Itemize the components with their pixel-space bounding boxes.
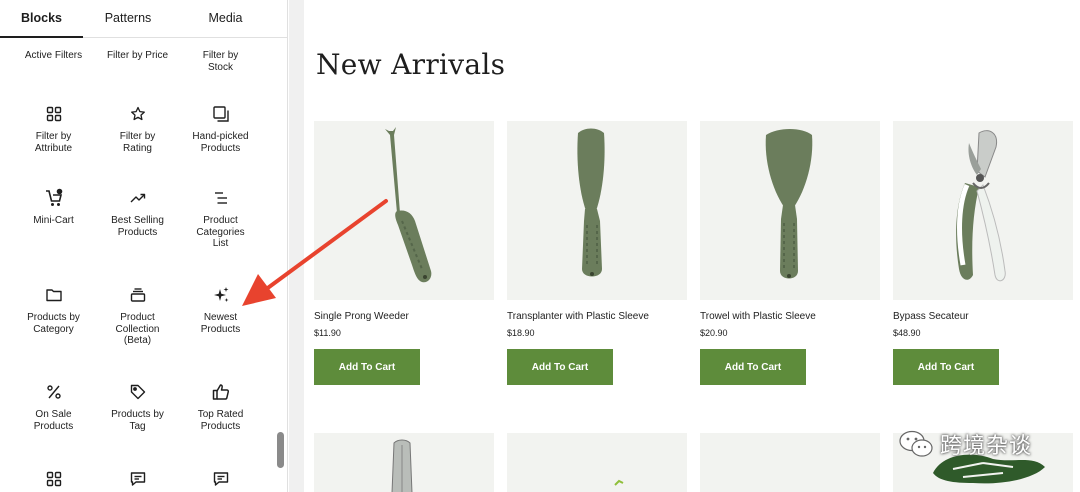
block-label: Mini-Cart xyxy=(33,215,74,226)
product-image[interactable] xyxy=(314,433,494,492)
block-product-collection-beta[interactable]: Product Collection (Beta) xyxy=(96,285,179,347)
list-icon xyxy=(214,192,227,204)
add-to-cart-button[interactable]: Add To Cart xyxy=(507,349,613,385)
product-image[interactable] xyxy=(507,121,687,300)
block-label: Filter by Stock xyxy=(202,50,239,73)
tool-image xyxy=(391,439,413,492)
product-image[interactable] xyxy=(893,121,1073,300)
block-grid-item[interactable] xyxy=(12,469,95,492)
block-label: Hand-picked Products xyxy=(192,131,249,154)
block-label: On Sale Products xyxy=(33,409,74,432)
product-title[interactable]: Bypass Secateur xyxy=(893,311,969,322)
block-mini-cart[interactable]: Mini-Cart xyxy=(12,188,95,227)
grid-icon xyxy=(46,471,61,487)
page-heading[interactable]: New Arrivals xyxy=(316,48,505,81)
block-label: Filter by Price xyxy=(106,50,169,61)
block-filter-by-price[interactable]: Filter by Price xyxy=(96,50,179,62)
product-card: Single Prong Weeder $11.90 Add To Cart xyxy=(314,121,494,385)
product-card: Bypass Secateur $48.90 Add To Cart xyxy=(893,121,1073,385)
product-price: $20.90 xyxy=(700,328,728,338)
product-title[interactable]: Trowel with Plastic Sleeve xyxy=(700,311,816,322)
transplanter-image xyxy=(577,128,605,277)
block-active-filters[interactable]: Active Filters xyxy=(12,50,95,62)
sparkles-icon xyxy=(213,287,228,302)
panel-scrollbar[interactable] xyxy=(277,432,284,468)
block-newest-products[interactable]: Newest Products xyxy=(179,285,262,335)
weeder-image xyxy=(385,127,432,283)
editor-canvas: New Arrivals Single Prong Weeder $11.90 … xyxy=(304,0,1080,492)
block-comment-item[interactable] xyxy=(179,469,262,492)
block-products-by-tag[interactable]: Products by Tag xyxy=(96,382,179,432)
block-best-selling-products[interactable]: Best Selling Products xyxy=(96,188,179,238)
product-image[interactable] xyxy=(314,121,494,300)
tab-blocks[interactable]: Blocks xyxy=(0,0,83,38)
product-title[interactable]: Transplanter with Plastic Sleeve xyxy=(507,311,649,322)
block-product-categories-list[interactable]: Product Categories List xyxy=(179,188,262,250)
grid-icon xyxy=(46,106,61,122)
block-label: Best Selling Products xyxy=(111,215,164,238)
add-to-cart-button[interactable]: Add To Cart xyxy=(314,349,420,385)
plant-image xyxy=(614,479,624,486)
block-label: Top Rated Products xyxy=(197,409,244,432)
block-filter-by-rating[interactable]: Filter by Rating xyxy=(96,104,179,154)
wechat-icon xyxy=(899,430,933,457)
product-price: $48.90 xyxy=(893,328,921,338)
block-products-by-category[interactable]: Products by Category xyxy=(12,285,95,335)
block-label: Products by Tag xyxy=(111,409,164,432)
star-icon xyxy=(130,106,145,121)
product-card: Trowel with Plastic Sleeve $20.90 Add To… xyxy=(700,121,880,385)
block-filter-by-stock[interactable]: Filter by Stock xyxy=(179,50,262,73)
collection-icon xyxy=(130,288,145,302)
product-price: $18.90 xyxy=(507,328,535,338)
watermark-text: 跨境杂谈 xyxy=(940,434,1033,459)
block-label: Product Categories List xyxy=(196,215,245,249)
inserter-tabs: Blocks Patterns Media xyxy=(0,0,287,38)
folder-icon xyxy=(45,289,62,302)
block-label: Product Collection (Beta) xyxy=(115,312,160,346)
block-top-rated-products[interactable]: Top Rated Products xyxy=(179,382,262,432)
block-label: Newest Products xyxy=(200,312,241,335)
product-price: $11.90 xyxy=(314,328,341,338)
product-image[interactable] xyxy=(507,433,687,492)
block-inserter-panel: Blocks Patterns Media Active Filters Fil… xyxy=(0,0,288,492)
block-filter-by-attribute[interactable]: Filter by Attribute xyxy=(12,104,95,154)
block-label: Filter by Attribute xyxy=(34,131,73,154)
thumbs-up-icon xyxy=(212,384,229,400)
tag-icon xyxy=(130,384,145,400)
add-to-cart-button[interactable]: Add To Cart xyxy=(700,349,806,385)
block-label: Filter by Rating xyxy=(119,131,156,154)
block-hand-picked-products[interactable]: Hand-picked Products xyxy=(179,104,262,154)
comment-icon xyxy=(130,472,145,486)
block-label: Products by Category xyxy=(27,312,80,335)
product-image[interactable] xyxy=(700,433,880,492)
product-image[interactable] xyxy=(700,121,880,300)
product-title[interactable]: Single Prong Weeder xyxy=(314,311,409,322)
tab-patterns[interactable]: Patterns xyxy=(83,0,173,37)
cart-icon xyxy=(45,188,62,206)
block-comment-item[interactable] xyxy=(96,469,179,492)
percent-icon xyxy=(46,385,61,399)
editor-gutter xyxy=(289,0,304,492)
trending-up-icon xyxy=(130,193,145,203)
watermark: 跨境杂谈 xyxy=(898,428,1032,460)
tab-media[interactable]: Media xyxy=(173,0,278,37)
product-card: Transplanter with Plastic Sleeve $18.90 … xyxy=(507,121,687,385)
block-on-sale-products[interactable]: On Sale Products xyxy=(12,382,95,432)
block-label: Active Filters xyxy=(24,50,83,61)
secateur-image xyxy=(956,130,1006,282)
trowel-image xyxy=(765,129,813,279)
stacked-squares-icon xyxy=(212,106,229,122)
comment-icon xyxy=(213,472,228,486)
add-to-cart-button[interactable]: Add To Cart xyxy=(893,349,999,385)
